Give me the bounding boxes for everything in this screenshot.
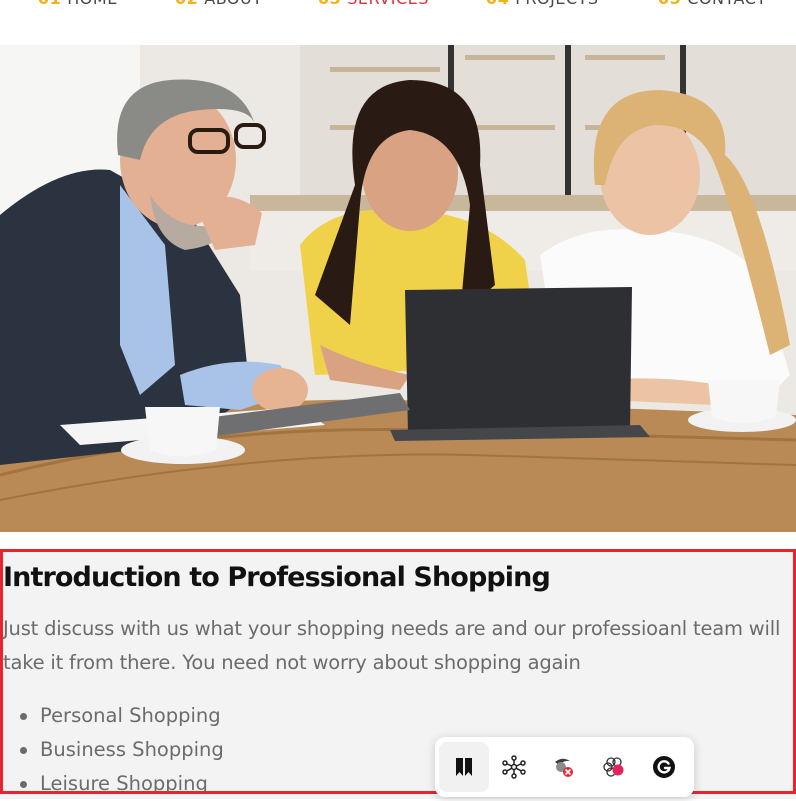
grammarly-icon — [653, 756, 675, 778]
hero-illustration — [0, 45, 796, 532]
nav-label: HOME — [67, 0, 118, 8]
flower-record-icon — [603, 757, 624, 777]
nav-number: 03 — [318, 0, 341, 8]
network-button[interactable] — [489, 742, 539, 792]
extension-toolbar — [435, 737, 694, 797]
nav-label: CONTACT — [687, 0, 766, 8]
nav-number: 02 — [175, 0, 198, 8]
bug-blocker-button[interactable] — [539, 742, 589, 792]
nav-number: 05 — [658, 0, 681, 8]
list-item: Leisure Shopping — [20, 767, 224, 801]
network-icon — [502, 755, 526, 779]
service-list: Personal Shopping Business Shopping Leis… — [20, 699, 224, 801]
list-item: Business Shopping — [20, 733, 224, 767]
bookmark-button[interactable] — [439, 742, 489, 792]
nav-number: 04 — [486, 0, 509, 8]
nav-projects[interactable]: 04 PROJECTS — [486, 0, 599, 8]
nav-label: PROJECTS — [515, 0, 598, 8]
section-title: Introduction to Professional Shopping — [3, 562, 551, 593]
bug-blocked-icon — [555, 758, 573, 777]
section-description: Just discuss with us what your shopping … — [3, 617, 781, 674]
nav-about[interactable]: 02 ABOUT — [175, 0, 262, 8]
bookmark-icon — [456, 758, 472, 776]
main-nav: 01 HOME 02 ABOUT 03 SERVICES 04 PROJECTS… — [0, 0, 796, 13]
nav-label: SERVICES — [347, 0, 429, 8]
nav-number: 01 — [38, 0, 61, 8]
hero-image — [0, 45, 796, 532]
list-item: Personal Shopping — [20, 699, 224, 733]
nav-label: ABOUT — [204, 0, 262, 8]
grammarly-button[interactable] — [639, 742, 689, 792]
flower-record-button[interactable] — [589, 742, 639, 792]
nav-contact[interactable]: 05 CONTACT — [658, 0, 767, 8]
nav-home[interactable]: 01 HOME — [38, 0, 118, 8]
nav-services[interactable]: 03 SERVICES — [318, 0, 429, 8]
